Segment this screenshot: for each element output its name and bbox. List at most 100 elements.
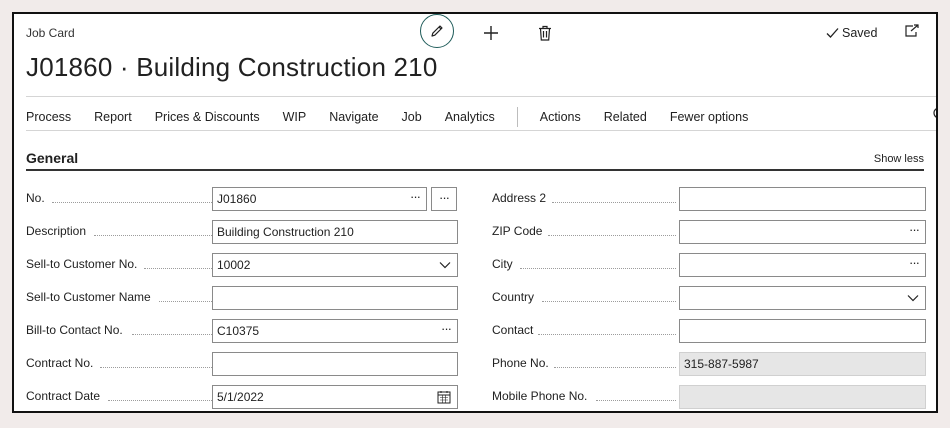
field-row-country: Country	[492, 286, 926, 310]
action-bar: Process Report Prices & Discounts WIP Na…	[26, 107, 771, 127]
action-wip[interactable]: WIP	[283, 110, 307, 124]
more-icon: ···	[410, 189, 421, 204]
action-analytics[interactable]: Analytics	[445, 110, 495, 124]
calendar-icon[interactable]	[437, 390, 451, 404]
page-title: J01860 · Building Construction 210	[26, 52, 438, 82]
delete-button[interactable]	[528, 16, 562, 50]
contract-date-field[interactable]: 5/1/2022	[212, 385, 458, 409]
field-value: 5/1/2022	[217, 390, 264, 404]
field-label: Bill-to Contact No.	[26, 323, 123, 337]
city-field[interactable]: ···	[679, 253, 926, 277]
section-title[interactable]: General	[26, 150, 78, 166]
dot-leader	[94, 235, 212, 236]
action-process[interactable]: Process	[26, 110, 71, 124]
sell-to-customer-name-field[interactable]	[212, 286, 458, 310]
field-value: C10375	[217, 324, 260, 338]
field-label: Contract No.	[26, 356, 94, 370]
dot-leader	[159, 301, 212, 302]
dot-leader	[52, 202, 212, 203]
job-card-window: Job Card J01860 · Building Construction …	[12, 12, 938, 413]
dot-leader	[520, 268, 676, 269]
field-label: ZIP Code	[492, 224, 543, 238]
header-divider	[26, 96, 936, 97]
action-related[interactable]: Related	[604, 110, 647, 124]
no-field[interactable]: J01860 ···	[212, 187, 427, 211]
sell-to-customer-no-field[interactable]: 10002	[212, 253, 458, 277]
check-icon	[826, 28, 839, 38]
phone-no-field: 315-887-5987	[679, 352, 926, 376]
field-label: No.	[26, 191, 45, 205]
field-row-bill-to-contact-no: Bill-to Contact No. C10375 ···	[26, 319, 462, 343]
dot-leader	[542, 301, 676, 302]
contract-no-field[interactable]	[212, 352, 458, 376]
pencil-icon	[431, 25, 443, 37]
saved-status: Saved	[826, 26, 877, 40]
saved-label: Saved	[842, 26, 878, 40]
more-icon: ···	[909, 255, 920, 270]
action-prices-discounts[interactable]: Prices & Discounts	[155, 110, 260, 124]
address-2-field[interactable]	[679, 187, 926, 211]
action-navigate[interactable]: Navigate	[329, 110, 378, 124]
more-icon: ···	[439, 190, 450, 205]
field-label: Sell-to Customer No.	[26, 257, 138, 271]
dot-leader	[100, 367, 212, 368]
action-separator	[516, 107, 518, 127]
search-button[interactable]	[932, 106, 936, 127]
trash-icon	[539, 25, 551, 41]
chevron-down-icon	[439, 262, 451, 269]
field-label: Address 2	[492, 191, 547, 205]
field-row-contract-date: Contract Date 5/1/2022	[26, 385, 462, 409]
field-label: Contact	[492, 323, 534, 337]
field-value: J01860	[217, 192, 257, 206]
field-row-sell-to-customer-no: Sell-to Customer No. 10002	[26, 253, 462, 277]
field-label: City	[492, 257, 513, 271]
field-row-no: No. J01860 ··· ···	[26, 187, 462, 211]
section-rule	[26, 169, 924, 171]
field-label: Sell-to Customer Name	[26, 290, 151, 304]
field-label: Mobile Phone No.	[492, 389, 588, 403]
assist-edit-button[interactable]: ···	[431, 187, 457, 211]
country-field[interactable]	[679, 286, 926, 310]
field-row-phone-no: Phone No. 315-887-5987	[492, 352, 926, 376]
action-fewer-options[interactable]: Fewer options	[670, 110, 749, 124]
field-row-zip-code: ZIP Code ···	[492, 220, 926, 244]
field-value: Building Construction 210	[217, 225, 354, 239]
field-value: 10002	[217, 258, 251, 272]
open-in-new-window-button[interactable]	[904, 24, 920, 43]
dot-leader	[132, 334, 212, 335]
dot-leader	[596, 400, 676, 401]
open-in-new-window-icon	[905, 24, 919, 37]
zip-code-field[interactable]: ···	[679, 220, 926, 244]
page-kind-label: Job Card	[26, 26, 75, 40]
field-row-city: City ···	[492, 253, 926, 277]
bill-to-contact-no-field[interactable]: C10375 ···	[212, 319, 458, 343]
field-label: Country	[492, 290, 535, 304]
dot-leader	[538, 334, 676, 335]
field-row-contract-no: Contract No.	[26, 352, 462, 376]
dot-leader	[554, 367, 676, 368]
dot-leader	[552, 202, 676, 203]
field-row-description: Description Building Construction 210	[26, 220, 462, 244]
contact-field[interactable]	[679, 319, 926, 343]
show-less-link[interactable]: Show less	[874, 153, 924, 165]
more-icon: ···	[441, 321, 452, 336]
action-report[interactable]: Report	[94, 110, 132, 124]
chevron-down-icon	[907, 295, 919, 302]
field-label: Phone No.	[492, 356, 549, 370]
new-button[interactable]	[474, 16, 508, 50]
field-value: 315-887-5987	[684, 357, 759, 371]
dot-leader	[144, 268, 212, 269]
more-icon: ···	[909, 222, 920, 237]
search-icon	[933, 108, 936, 118]
plus-icon	[484, 26, 498, 40]
field-row-mobile-phone-no: Mobile Phone No.	[492, 385, 926, 409]
field-row-contact: Contact	[492, 319, 926, 343]
mobile-phone-no-field	[679, 385, 926, 409]
edit-button[interactable]	[420, 14, 454, 48]
field-row-address-2: Address 2	[492, 187, 926, 211]
action-actions[interactable]: Actions	[540, 110, 581, 124]
action-job[interactable]: Job	[402, 110, 422, 124]
field-label: Description	[26, 224, 87, 238]
description-field[interactable]: Building Construction 210	[212, 220, 458, 244]
dot-leader	[548, 235, 676, 236]
